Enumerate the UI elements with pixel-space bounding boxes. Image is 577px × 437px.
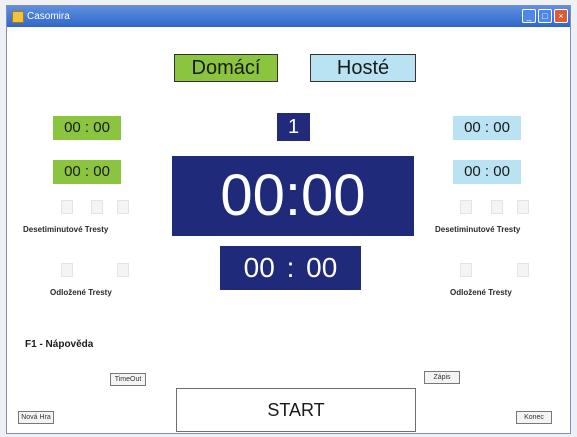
period-indicator[interactable]: 1 [277,113,310,141]
window-title: Casomira [27,11,70,22]
home-ten-min-slot[interactable] [61,200,73,214]
app-icon [12,11,24,23]
record-button[interactable]: Zápis [424,371,460,384]
guest-ten-min-label: Desetiminutové Tresty [435,225,521,234]
home-penalty-time-1[interactable]: 00 : 00 [53,116,121,140]
guest-delayed-slot[interactable] [460,263,472,277]
home-ten-min-slot[interactable] [117,200,129,214]
home-ten-min-label: Desetiminutové Tresty [23,225,109,234]
new-game-button[interactable]: Nová Hra [18,411,54,424]
home-team-button[interactable]: Domácí [174,54,278,82]
main-game-clock[interactable]: 00:00 [172,156,414,236]
guest-team-button[interactable]: Hosté [310,54,416,82]
guest-penalty-time-1[interactable]: 00 : 00 [453,116,521,140]
minimize-icon[interactable]: _ [522,9,536,23]
home-delayed-label: Odložené Tresty [50,288,112,297]
home-ten-min-slot[interactable] [91,200,103,214]
end-button[interactable]: Konec [516,411,552,424]
timeout-button[interactable]: TimeOut [110,373,146,386]
guest-ten-min-slot[interactable] [517,200,529,214]
guest-delayed-slot[interactable] [517,263,529,277]
home-penalty-time-2[interactable]: 00 : 00 [53,160,121,184]
scoreboard-window: Casomira _ □ × Domácí Hosté 1 00 : 00 00… [6,5,571,434]
help-hint: F1 - Nápověda [25,339,94,350]
guest-ten-min-slot[interactable] [491,200,503,214]
maximize-icon[interactable]: □ [538,9,552,23]
home-delayed-slot[interactable] [117,263,129,277]
home-delayed-slot[interactable] [61,263,73,277]
start-button[interactable]: START [176,388,416,432]
guest-penalty-time-2[interactable]: 00 : 00 [453,160,521,184]
secondary-clock[interactable]: 00 : 00 [220,246,361,290]
title-bar: Casomira _ □ × [7,6,570,27]
close-icon[interactable]: × [554,9,568,23]
guest-delayed-label: Odložené Tresty [450,288,512,297]
guest-ten-min-slot[interactable] [460,200,472,214]
